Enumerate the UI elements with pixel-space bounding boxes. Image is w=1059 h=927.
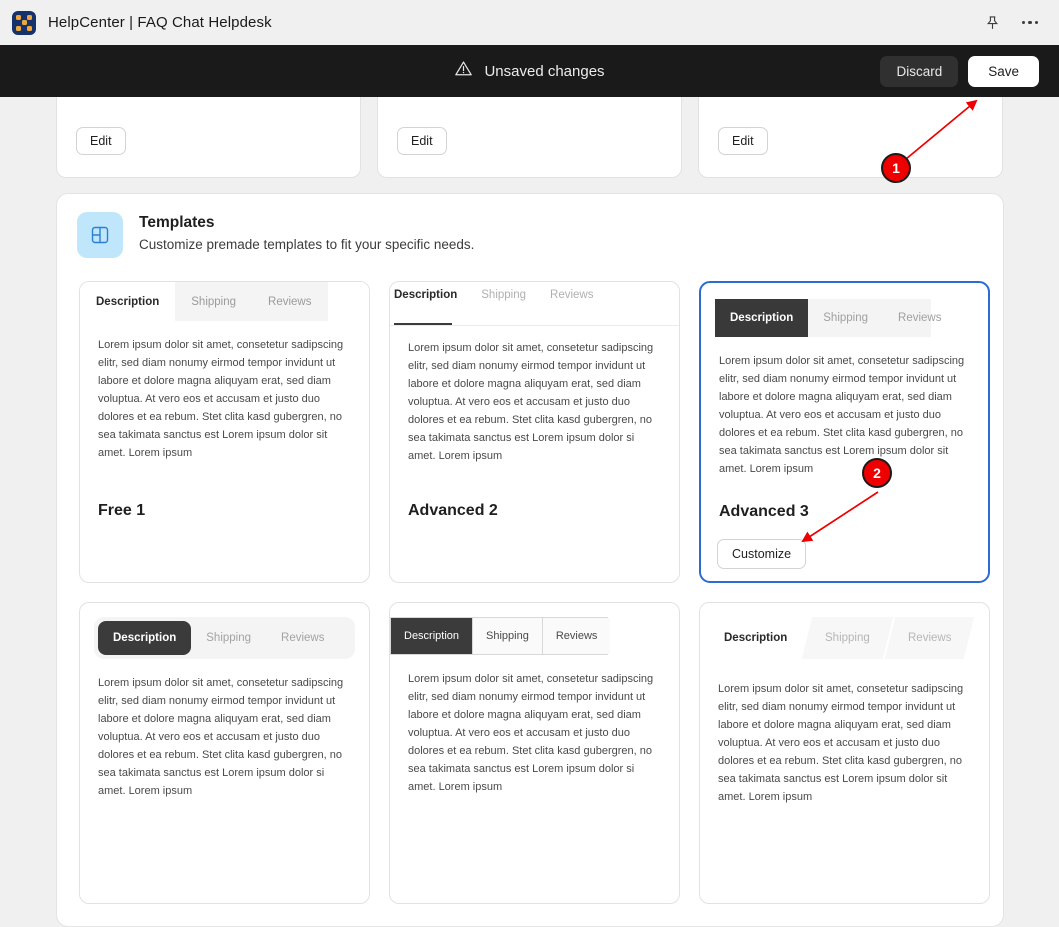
annotation-badge-1: 1 bbox=[881, 153, 911, 183]
annotation-arrow-2 bbox=[801, 491, 879, 543]
annotation-arrows bbox=[801, 99, 978, 543]
annotation-badge-2: 2 bbox=[862, 458, 892, 488]
annotation-arrow-1 bbox=[905, 99, 978, 160]
